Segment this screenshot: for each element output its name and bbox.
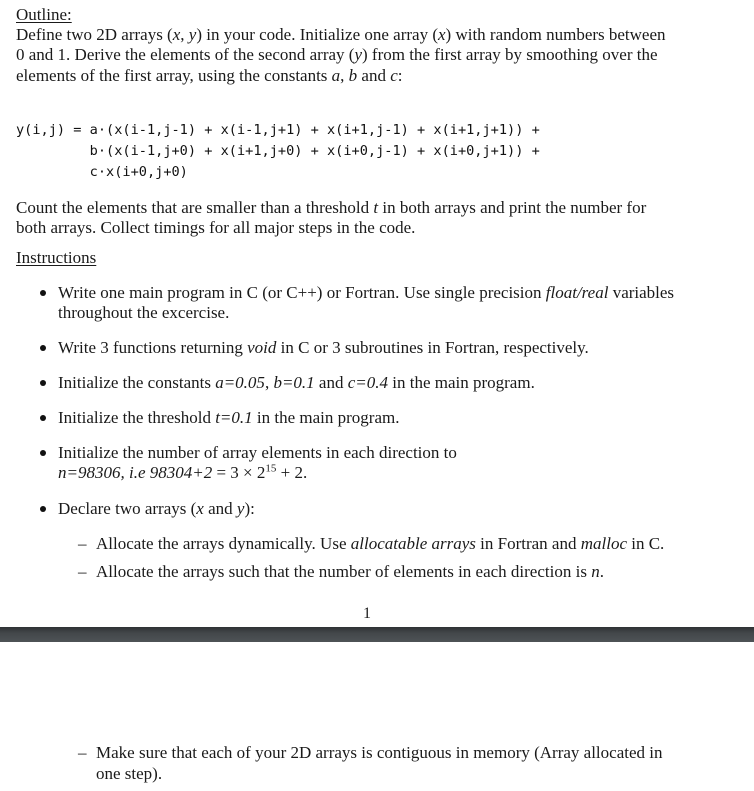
bullet-icon	[40, 290, 46, 296]
page-separator	[0, 627, 754, 642]
instruction-item: Initialize the constants a=0.05, b=0.1 a…	[58, 373, 535, 392]
outline-paragraph-line: elements of the first array, using the c…	[16, 66, 403, 85]
dash-marker: –	[78, 534, 87, 553]
instruction-item-continuation: n=98306, i.e 98304+2 = 3 × 215 + 2.	[58, 462, 308, 482]
formula-line: y(i,j) = a·(x(i-1,j-1) + x(i-1,j+1) + x(…	[16, 122, 540, 138]
instruction-subitem: Make sure that each of your 2D arrays is…	[96, 743, 663, 762]
document-page-1: Outline: Define two 2D arrays (x, y) in …	[0, 0, 754, 627]
outline-paragraph-line: Define two 2D arrays (x, y) in your code…	[16, 25, 666, 44]
formula-line: c·x(i+0,j+0)	[16, 164, 188, 180]
instruction-item: Write 3 functions returning void in C or…	[58, 338, 589, 357]
instruction-subitem: Allocate the arrays such that the number…	[96, 562, 604, 581]
instruction-item-continuation: throughout the excercise.	[58, 303, 230, 322]
dash-marker: –	[78, 743, 87, 762]
threshold-paragraph-line: Count the elements that are smaller than…	[16, 198, 647, 217]
dash-marker: –	[78, 562, 87, 581]
outline-paragraph-line: 0 and 1. Derive the elements of the seco…	[16, 45, 658, 64]
instruction-item: Initialize the threshold t=0.1 in the ma…	[58, 408, 400, 427]
bullet-icon	[40, 415, 46, 421]
bullet-icon	[40, 380, 46, 386]
instruction-item: Initialize the number of array elements …	[58, 443, 457, 462]
outline-heading: Outline:	[16, 5, 72, 24]
document-page-2: – Make sure that each of your 2D arrays …	[0, 642, 754, 791]
instruction-subitem: Allocate the arrays dynamically. Use all…	[96, 534, 665, 553]
instructions-heading: Instructions	[16, 248, 97, 267]
page-number: 1	[363, 605, 371, 622]
formula-line: b·(x(i-1,j+0) + x(i+1,j+0) + x(i+0,j-1) …	[16, 143, 540, 159]
bullet-icon	[40, 450, 46, 456]
instruction-item: Declare two arrays (x and y):	[58, 499, 255, 518]
instruction-item: Write one main program in C (or C++) or …	[58, 283, 675, 302]
bullet-icon	[40, 506, 46, 512]
instruction-subitem-continuation: one step).	[96, 764, 163, 783]
threshold-paragraph-line: both arrays. Collect timings for all maj…	[16, 218, 416, 237]
bullet-icon	[40, 345, 46, 351]
